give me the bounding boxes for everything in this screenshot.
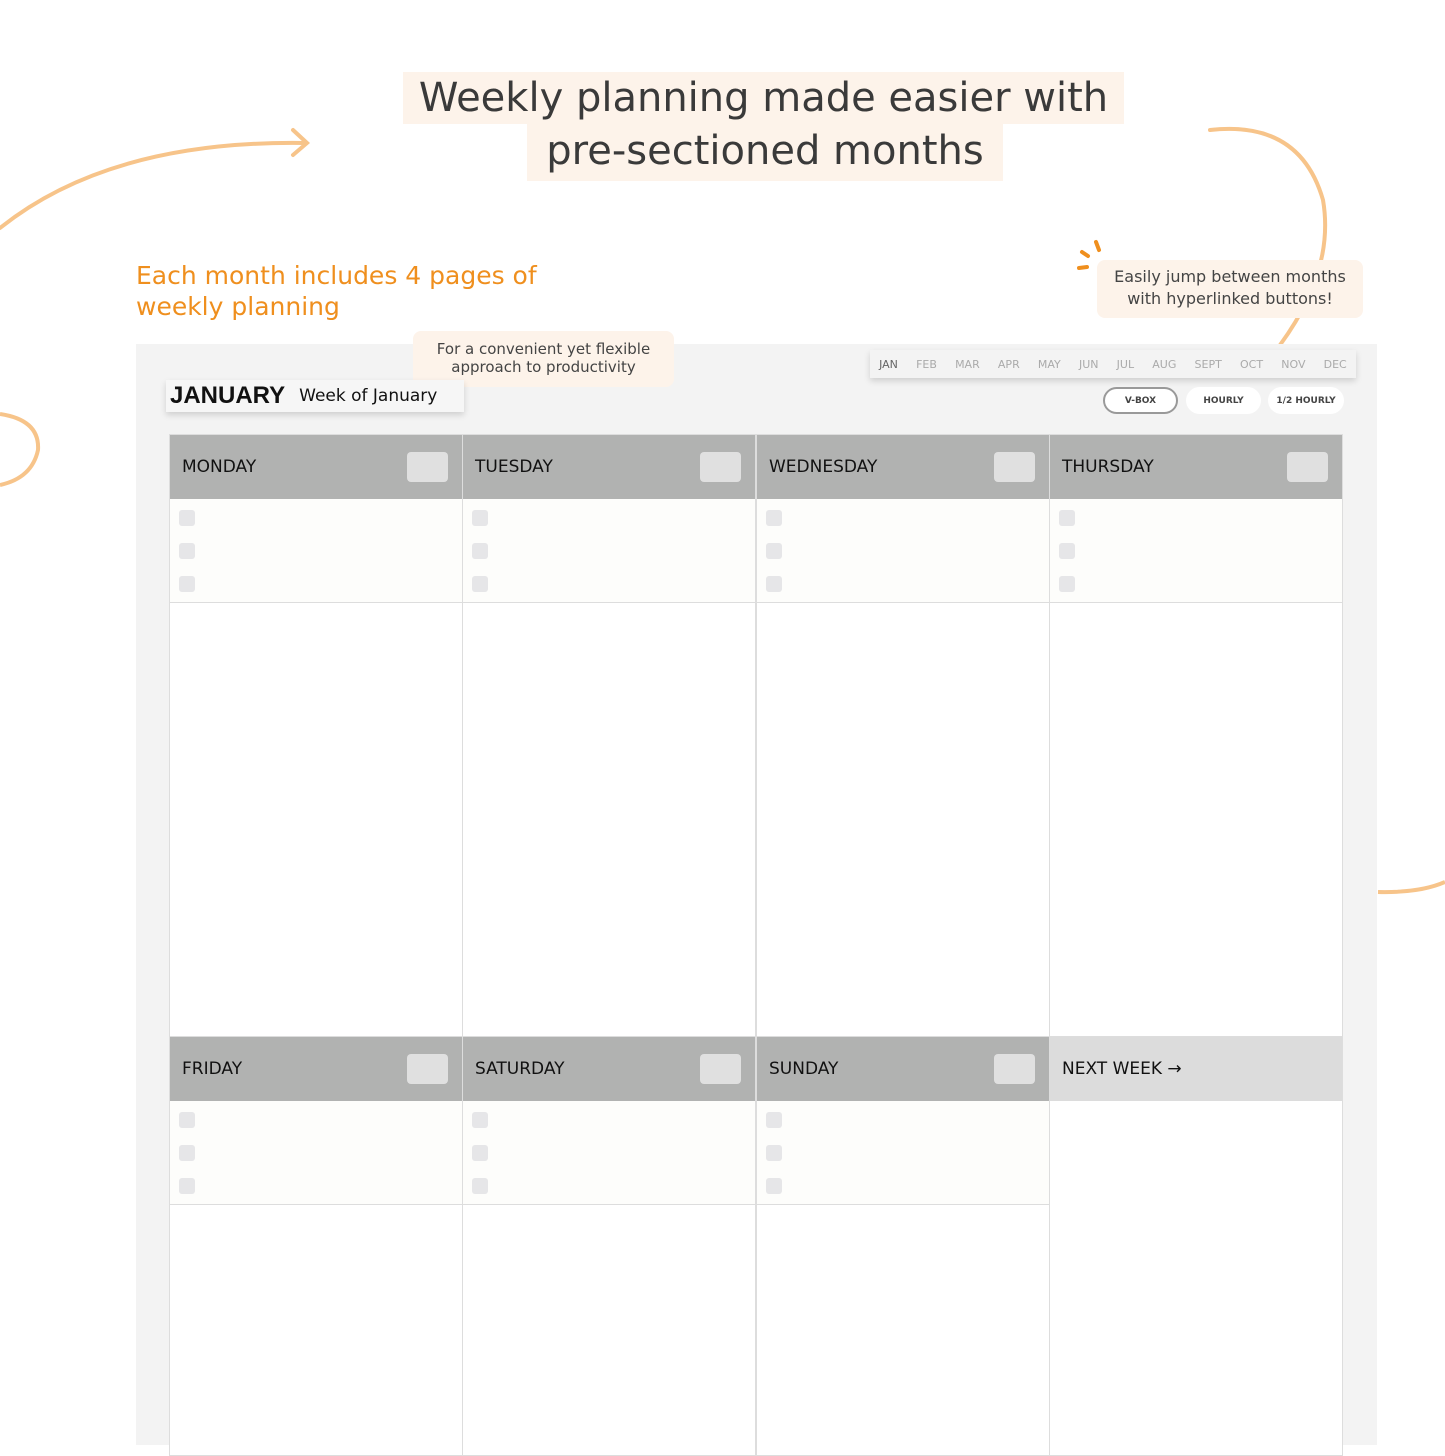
checkbox[interactable] xyxy=(472,510,488,526)
checkbox[interactable] xyxy=(472,543,488,559)
checkbox[interactable] xyxy=(766,1112,782,1128)
checkbox[interactable] xyxy=(179,1178,195,1194)
day-name: FRIDAY xyxy=(182,1059,243,1079)
month-link-oct[interactable]: OCT xyxy=(1240,358,1263,371)
week-label: Week of January xyxy=(299,386,438,406)
day-header: TUESDAY xyxy=(463,435,755,499)
checkbox[interactable] xyxy=(766,510,782,526)
day-name: SUNDAY xyxy=(769,1059,839,1079)
task-list xyxy=(1050,499,1342,603)
date-box[interactable] xyxy=(994,452,1035,482)
subheading: Each month includes 4 pages of weekly pl… xyxy=(136,261,537,321)
next-week-cell: NEXT WEEK → xyxy=(1049,1036,1343,1456)
date-box[interactable] xyxy=(700,452,741,482)
month-link-jan[interactable]: JAN xyxy=(879,358,898,371)
note-hyperlinks: Easily jump between months with hyperlin… xyxy=(1097,260,1363,318)
checkbox[interactable] xyxy=(472,576,488,592)
planner-title: JANUARY Week of January xyxy=(166,380,464,412)
month-nav: JAN FEB MAR APR MAY JUN JUL AUG SEPT OCT NOV DEC xyxy=(870,350,1356,378)
task-list xyxy=(463,1101,755,1205)
month-link-may[interactable]: MAY xyxy=(1038,358,1061,371)
headline-line1: Weekly planning made easier with xyxy=(403,72,1124,124)
month-title: JANUARY xyxy=(170,382,286,409)
day-name: MONDAY xyxy=(182,457,257,477)
checkbox[interactable] xyxy=(472,1145,488,1161)
day-header: THURSDAY xyxy=(1050,435,1342,499)
day-cell: WEDNESDAY xyxy=(756,434,1050,1037)
checkbox[interactable] xyxy=(1059,576,1075,592)
day-name: TUESDAY xyxy=(475,457,553,477)
month-link-mar[interactable]: MAR xyxy=(955,358,980,371)
month-link-dec[interactable]: DEC xyxy=(1324,358,1347,371)
next-week-label: NEXT WEEK → xyxy=(1062,1059,1182,1079)
date-box[interactable] xyxy=(407,1054,448,1084)
date-box[interactable] xyxy=(1287,452,1328,482)
checkbox[interactable] xyxy=(766,543,782,559)
checkbox[interactable] xyxy=(179,1145,195,1161)
day-name: WEDNESDAY xyxy=(769,457,878,477)
checkbox[interactable] xyxy=(179,543,195,559)
checkbox[interactable] xyxy=(1059,543,1075,559)
day-header: SUNDAY xyxy=(757,1037,1049,1101)
task-list xyxy=(757,1101,1049,1205)
month-link-jun[interactable]: JUN xyxy=(1079,358,1099,371)
day-header: MONDAY xyxy=(170,435,462,499)
checkbox[interactable] xyxy=(766,1178,782,1194)
day-header: SATURDAY xyxy=(463,1037,755,1101)
day-cell: SUNDAY xyxy=(756,1036,1050,1456)
checkbox[interactable] xyxy=(179,1112,195,1128)
month-link-aug[interactable]: AUG xyxy=(1152,358,1176,371)
checkbox[interactable] xyxy=(472,1178,488,1194)
task-list xyxy=(463,499,755,603)
task-list xyxy=(170,1101,462,1205)
view-vbox-button[interactable]: V-BOX xyxy=(1103,387,1178,414)
day-cell: THURSDAY xyxy=(1049,434,1343,1037)
note-flexible: For a convenient yet flexible approach t… xyxy=(413,331,674,387)
day-header: FRIDAY xyxy=(170,1037,462,1101)
date-box[interactable] xyxy=(700,1054,741,1084)
headline-line2: pre-sectioned months xyxy=(527,123,1003,181)
checkbox[interactable] xyxy=(472,1112,488,1128)
checkbox[interactable] xyxy=(179,510,195,526)
month-link-nov[interactable]: NOV xyxy=(1281,358,1305,371)
day-name: SATURDAY xyxy=(475,1059,565,1079)
view-hourly-button[interactable]: HOURLY xyxy=(1186,387,1261,414)
day-cell: FRIDAY xyxy=(169,1036,463,1456)
month-link-jul[interactable]: JUL xyxy=(1117,358,1134,371)
task-list xyxy=(170,499,462,603)
day-cell: SATURDAY xyxy=(462,1036,756,1456)
month-link-feb[interactable]: FEB xyxy=(916,358,937,371)
checkbox[interactable] xyxy=(766,576,782,592)
checkbox[interactable] xyxy=(1059,510,1075,526)
month-link-apr[interactable]: APR xyxy=(998,358,1020,371)
checkbox[interactable] xyxy=(179,576,195,592)
task-list xyxy=(757,499,1049,603)
next-week-button[interactable]: NEXT WEEK → xyxy=(1050,1037,1342,1101)
view-half-hourly-button[interactable]: 1/2 HOURLY xyxy=(1268,387,1344,414)
day-name: THURSDAY xyxy=(1062,457,1154,477)
month-link-sept[interactable]: SEPT xyxy=(1195,358,1222,371)
day-cell: MONDAY xyxy=(169,434,463,1037)
date-box[interactable] xyxy=(994,1054,1035,1084)
checkbox[interactable] xyxy=(766,1145,782,1161)
day-header: WEDNESDAY xyxy=(757,435,1049,499)
day-cell: TUESDAY xyxy=(462,434,756,1037)
date-box[interactable] xyxy=(407,452,448,482)
